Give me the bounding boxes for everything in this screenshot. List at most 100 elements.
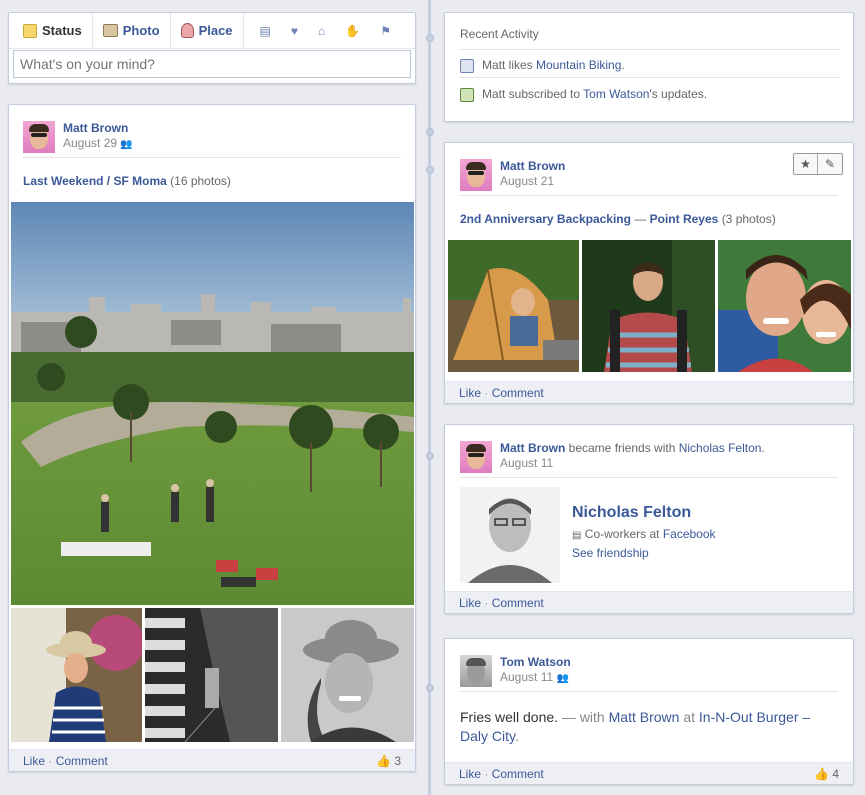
post-footer: Like · Comment 👍 3 <box>9 749 415 771</box>
see-friendship-link[interactable]: See friendship <box>572 546 649 560</box>
tab-status[interactable]: Status <box>9 12 93 49</box>
friend-name[interactable]: Nicholas Felton <box>572 504 691 522</box>
post-author[interactable]: Tom Watson <box>500 655 571 669</box>
woman-hat-photo-svg <box>11 608 142 742</box>
like-link[interactable]: Like <box>23 754 45 768</box>
workplace-link[interactable]: Facebook <box>663 527 716 541</box>
like-link[interactable]: Like <box>459 596 481 610</box>
post-footer: Like · Comment <box>445 381 853 403</box>
post-headline: Matt Brown became friends with Nicholas … <box>500 441 765 455</box>
post-date[interactable]: August 11 <box>500 456 553 470</box>
likes-count[interactable]: 👍 3 <box>376 754 401 768</box>
home-icon[interactable]: ⌂ <box>318 24 325 38</box>
post-date: August 29 👥 <box>63 136 133 150</box>
audience-icon[interactable]: 👥 <box>557 673 569 684</box>
post-date[interactable]: August 21 <box>500 174 554 188</box>
comment-link[interactable]: Comment <box>492 386 544 400</box>
flag-icon[interactable]: ⚑ <box>380 24 391 38</box>
photo-thumb[interactable] <box>145 608 278 742</box>
status-icon <box>23 23 37 38</box>
status-input[interactable] <box>13 50 411 78</box>
pencil-icon[interactable]: ✎ <box>818 154 842 174</box>
composer-tabs: Status Photo Place ▤ ♥ ⌂ ✋ ⚑ <box>9 12 415 49</box>
place-link[interactable]: Point Reyes <box>650 212 719 226</box>
post-author[interactable]: Matt Brown <box>500 159 565 173</box>
avatar[interactable] <box>23 121 55 153</box>
post-footer: Like · Comment 👍 4 <box>445 762 853 784</box>
hand-icon[interactable]: ✋ <box>345 24 360 38</box>
album-link[interactable]: Last Weekend / SF Moma <box>23 174 167 188</box>
timeline-spine <box>428 0 431 795</box>
avatar[interactable] <box>460 441 492 473</box>
photo-thumb[interactable] <box>11 608 142 742</box>
activity-item: Matt subscribed to Tom Watson's updates. <box>460 87 707 102</box>
tagged-friend-link[interactable]: Matt Brown <box>609 709 680 725</box>
post-text: Fries well done. — with Matt Brown at In… <box>460 709 811 744</box>
life-event-icons: ▤ ♥ ⌂ ✋ ⚑ <box>244 24 391 38</box>
post-sfmoma: Matt Brown August 29 👥 Last Weekend / SF… <box>8 104 416 772</box>
tab-label: Photo <box>122 23 160 38</box>
park-photo-svg <box>11 202 414 605</box>
photo-thumb[interactable] <box>582 240 715 372</box>
activity-link[interactable]: Mountain Biking <box>536 58 621 72</box>
tab-label: Status <box>42 23 82 38</box>
subscribe-icon <box>460 87 474 102</box>
post-author[interactable]: Matt Brown <box>500 441 565 455</box>
briefcase-icon: ▤ <box>572 530 582 541</box>
timeline-dot <box>426 34 434 42</box>
tent-photo-svg <box>448 240 579 372</box>
album-link[interactable]: 2nd Anniversary Backpacking <box>460 212 631 226</box>
timeline-dot <box>426 128 434 136</box>
status-composer: Status Photo Place ▤ ♥ ⌂ ✋ ⚑ <box>8 12 416 84</box>
like-icon <box>460 58 474 73</box>
photo-thumb[interactable] <box>281 608 414 742</box>
likes-count[interactable]: 👍 4 <box>814 767 839 781</box>
photo-thumb[interactable] <box>448 240 579 372</box>
activity-link[interactable]: Tom Watson <box>583 87 649 101</box>
timeline-dot <box>426 166 434 174</box>
like-link[interactable]: Like <box>459 386 481 400</box>
avatar[interactable] <box>460 159 492 191</box>
thumbs-up-icon: 👍 <box>376 754 391 768</box>
timeline-dot <box>426 684 434 692</box>
tab-place[interactable]: Place <box>171 12 244 49</box>
photo-thumb[interactable] <box>718 240 851 372</box>
comment-link[interactable]: Comment <box>492 596 544 610</box>
comment-link[interactable]: Comment <box>492 767 544 781</box>
like-link[interactable]: Like <box>459 767 481 781</box>
briefcase-icon[interactable]: ▤ <box>260 24 271 38</box>
tab-label: Place <box>198 23 233 38</box>
star-icon[interactable]: ★ <box>794 154 818 174</box>
activity-item: Matt likes Mountain Biking. <box>460 58 625 73</box>
recent-activity-card: Recent Activity Matt likes Mountain Biki… <box>444 12 854 122</box>
post-author[interactable]: Matt Brown <box>63 121 128 135</box>
post-backpacking: Matt Brown August 21 ★ ✎ 2nd Anniversary… <box>444 142 854 404</box>
couple-selfie-photo-svg <box>718 240 851 372</box>
post-footer: Like · Comment <box>445 591 853 613</box>
audience-icon[interactable]: 👥 <box>120 139 132 150</box>
place-icon <box>180 23 194 38</box>
avatar[interactable] <box>460 655 492 687</box>
thumbs-up-icon: 👍 <box>814 767 829 781</box>
album-count: (16 photos) <box>170 174 231 188</box>
friend-portrait-svg <box>460 487 560 583</box>
album-line: 2nd Anniversary Backpacking — Point Reye… <box>460 212 776 226</box>
timeline-dot <box>426 452 434 460</box>
friend-link[interactable]: Nicholas Felton <box>679 441 762 455</box>
woman-portrait-photo-svg <box>281 608 414 742</box>
hallway-photo-svg <box>145 608 278 742</box>
friend-photo[interactable] <box>460 487 560 583</box>
heart-icon[interactable]: ♥ <box>291 24 298 38</box>
post-date: August 11 👥 <box>500 670 569 684</box>
photo-icon <box>102 24 118 37</box>
coworkers-line: ▤ Co-workers at Facebook <box>572 527 716 541</box>
main-photo[interactable] <box>11 202 414 605</box>
album-line: Last Weekend / SF Moma (16 photos) <box>23 174 231 188</box>
recent-activity-title: Recent Activity <box>460 27 539 41</box>
comment-link[interactable]: Comment <box>56 754 108 768</box>
post-tom-watson: Tom Watson August 11 👥 Fries well done. … <box>444 638 854 785</box>
album-count: (3 photos) <box>721 212 776 226</box>
tab-photo[interactable]: Photo <box>93 12 171 49</box>
post-became-friends: Matt Brown became friends with Nicholas … <box>444 424 854 614</box>
hiker-photo-svg <box>582 240 715 372</box>
